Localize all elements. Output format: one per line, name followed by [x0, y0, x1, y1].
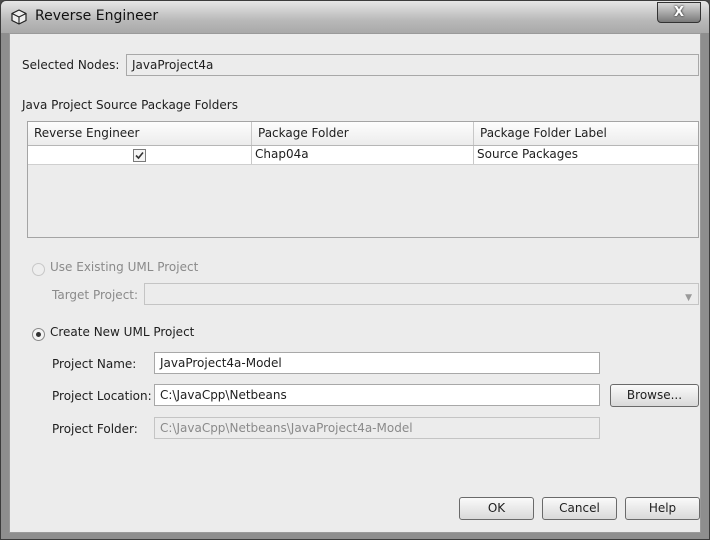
dialog-window: Reverse Engineer X Selected Nodes: JavaP… — [0, 0, 710, 540]
column-header-reverse-engineer[interactable]: Reverse Engineer — [28, 122, 252, 145]
cancel-button[interactable]: Cancel — [542, 497, 617, 520]
create-new-label: Create New UML Project — [50, 325, 195, 339]
help-button[interactable]: Help — [625, 497, 700, 520]
project-location-input[interactable]: C:\JavaCpp\Netbeans — [154, 384, 600, 406]
window-title: Reverse Engineer — [35, 8, 159, 24]
target-project-label: Target Project: — [52, 288, 139, 302]
reverse-engineer-cell[interactable] — [28, 146, 252, 164]
target-project-combo[interactable]: ▼ — [144, 283, 699, 305]
selected-nodes-field: JavaProject4a — [126, 54, 699, 76]
browse-button[interactable]: Browse... — [610, 384, 699, 407]
package-folder-label-cell[interactable]: Source Packages — [474, 146, 698, 164]
close-button[interactable]: X — [657, 2, 701, 23]
create-new-radio[interactable] — [32, 328, 45, 341]
table-header: Reverse Engineer Package Folder Package … — [28, 122, 698, 146]
title-bar[interactable]: Reverse Engineer X — [1, 1, 709, 33]
close-icon: X — [673, 5, 685, 20]
project-folder-label: Project Folder: — [52, 422, 138, 436]
source-folders-heading: Java Project Source Package Folders — [22, 98, 238, 112]
use-existing-radio[interactable] — [32, 263, 45, 276]
project-name-input[interactable]: JavaProject4a-Model — [154, 352, 600, 374]
package-folder-cell[interactable]: Chap04a — [252, 146, 474, 164]
dialog-content: Selected Nodes: JavaProject4a Java Proje… — [9, 33, 701, 533]
project-name-label: Project Name: — [52, 357, 137, 371]
use-existing-label: Use Existing UML Project — [50, 260, 199, 274]
chevron-down-icon: ▼ — [685, 293, 692, 303]
selected-nodes-label: Selected Nodes: — [22, 58, 120, 72]
column-header-package-folder-label[interactable]: Package Folder Label — [474, 122, 698, 145]
netbeans-cube-icon — [11, 9, 27, 25]
radio-selected-dot — [36, 332, 41, 337]
table-row[interactable]: Chap04a Source Packages — [28, 146, 698, 165]
project-folder-field: C:\JavaCpp\Netbeans\JavaProject4a-Model — [154, 417, 600, 439]
checkmark-icon — [135, 151, 144, 160]
ok-button[interactable]: OK — [459, 497, 534, 520]
reverse-engineer-checkbox[interactable] — [133, 149, 146, 162]
column-header-package-folder[interactable]: Package Folder — [252, 122, 474, 145]
project-location-label: Project Location: — [52, 389, 152, 403]
source-folders-table: Reverse Engineer Package Folder Package … — [27, 121, 699, 238]
